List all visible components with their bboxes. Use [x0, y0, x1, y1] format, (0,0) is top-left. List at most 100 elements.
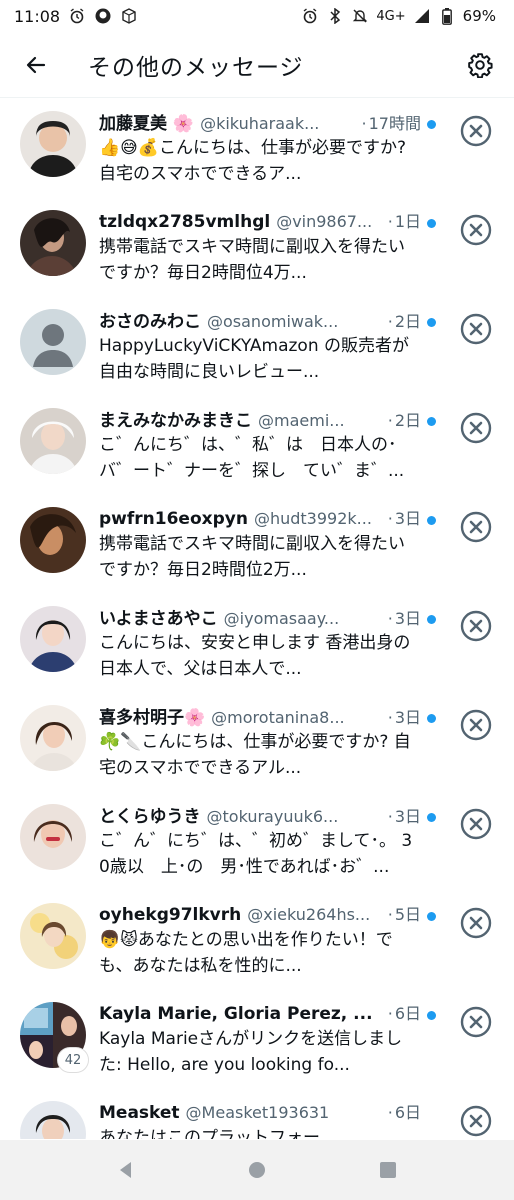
unread-indicator	[427, 516, 436, 525]
sender-handle: @kikuharaak...	[200, 114, 320, 133]
unread-indicator	[427, 318, 436, 327]
unread-indicator	[427, 120, 436, 129]
status-time: 11:08	[14, 6, 61, 26]
sender-name: pwfrn16eoxpyn	[99, 509, 248, 529]
avatar[interactable]	[20, 210, 86, 276]
timestamp: 3日	[394, 509, 421, 528]
message-preview: 👦😾あなたとの思い出を作りたい！でも、あなたは私を性的に...	[99, 930, 393, 976]
sender-name: tzldqx2785vmlhgl	[99, 212, 271, 232]
sender-handle: @hudt3992k...	[253, 509, 372, 528]
dismiss-icon[interactable]	[459, 708, 493, 742]
sender-name: とくらゆうき	[99, 807, 201, 827]
sender-name: いよまさあやこ	[99, 609, 218, 629]
dismiss-icon[interactable]	[459, 411, 493, 445]
nav-back-button[interactable]	[106, 1150, 146, 1190]
avatar[interactable]	[20, 804, 86, 870]
circle-home-icon	[248, 1162, 265, 1178]
sender-name: おさのみわこ	[99, 312, 201, 332]
sender-handle: @morotanina8...	[211, 708, 345, 727]
avatar[interactable]	[20, 705, 86, 771]
list-item[interactable]: 42 Kayla Marie, Gloria Perez, ... · 6日 Kay…	[0, 990, 514, 1089]
square-recents-icon	[380, 1162, 397, 1178]
sender-name: oyhekg97lkvrh	[99, 905, 242, 925]
triangle-back-icon	[119, 1162, 131, 1178]
list-item[interactable]: おさのみわこ @osanomiwak... · 2日 HappyLuckyViCKYA…	[0, 297, 514, 396]
message-preview: 👍😅💰こんにちは、仕事が必要ですか? 自宅のスマホでできるア...	[99, 138, 407, 184]
avatar[interactable]	[20, 111, 86, 177]
alarm-icon	[301, 7, 319, 25]
list-item[interactable]: 加藤夏美 🌸 @kikuharaak... · 17時間 👍😅💰こんにちは、仕事が必要…	[0, 99, 514, 198]
timestamp: 2日	[394, 312, 421, 331]
back-button[interactable]	[16, 45, 56, 85]
avatar[interactable]	[20, 1101, 86, 1139]
default-avatar-icon	[20, 309, 86, 375]
sender-handle: @maemi...	[258, 411, 345, 430]
avatar[interactable]	[20, 507, 86, 573]
sender-name: 加藤夏美 🌸	[99, 114, 195, 134]
participant-count-badge: 42	[58, 1048, 88, 1072]
timestamp: 6日	[394, 1103, 421, 1122]
unread-indicator	[427, 714, 436, 723]
dismiss-icon[interactable]	[459, 807, 493, 841]
dismiss-icon[interactable]	[459, 114, 493, 148]
message-preview: 携帯電話でスキマ時間に副収入を得たいですか？毎日2時間位4万...	[99, 237, 405, 283]
arrow-left-icon	[26, 56, 46, 73]
timestamp: 5日	[394, 905, 421, 924]
unread-indicator	[427, 813, 436, 822]
unread-indicator	[427, 417, 436, 426]
avatar[interactable]	[20, 309, 86, 375]
settings-button[interactable]	[460, 45, 500, 85]
unread-indicator	[427, 912, 436, 921]
message-preview: こ゛んにち゛は、゛私゛は 日本人の･バ゛ート゛ナーを゛探し てい゛ま゛...	[99, 435, 405, 481]
network-type: 4G+	[376, 8, 406, 24]
list-item[interactable]: 喜多村明子🌸 @morotanina8... · 3日 ☘️🔪こんにちは、仕事が必要で…	[0, 693, 514, 792]
sender-handle: @osanomiwak...	[207, 312, 339, 331]
dismiss-icon[interactable]	[459, 906, 493, 940]
sender-handle: @Measket193631	[185, 1103, 330, 1122]
list-item[interactable]: Measket @Measket193631 · 6日 あなたはこのプラットフォー..…	[0, 1089, 514, 1139]
sender-name: まえみなかみまきこ	[99, 411, 252, 431]
message-preview: 携帯電話でスキマ時間に副収入を得たいですか？毎日2時間位2万...	[99, 534, 405, 580]
mute-icon	[351, 7, 369, 25]
sender-handle: @xieku264hs...	[247, 905, 371, 924]
dismiss-icon[interactable]	[459, 1005, 493, 1039]
page-title: その他のメッセージ	[88, 54, 304, 81]
dismiss-icon[interactable]	[459, 213, 493, 247]
unread-indicator	[427, 219, 436, 228]
avatar[interactable]	[20, 408, 86, 474]
list-item[interactable]: いよまさあやこ @iyomasaay... · 3日 こんにちは、安安と申します 香港…	[0, 594, 514, 693]
timestamp: 17時間	[368, 114, 421, 133]
timestamp: 3日	[394, 708, 421, 727]
nav-recents-button[interactable]	[368, 1150, 408, 1190]
timestamp: 2日	[394, 411, 421, 430]
sender-handle: @iyomasaay...	[223, 609, 340, 628]
list-item[interactable]: まえみなかみまきこ @maemi... · 2日 こ゛んにち゛は、゛私゛は 日本人の･…	[0, 396, 514, 495]
message-preview: ☘️🔪こんにちは、仕事が必要ですか? 自宅のスマホでできるアル...	[99, 732, 411, 778]
github-icon	[94, 7, 112, 25]
nav-home-button[interactable]	[237, 1150, 277, 1190]
avatar[interactable]	[20, 606, 86, 672]
dismiss-icon[interactable]	[459, 510, 493, 544]
message-preview: こ゛ん゛にち゛は、゛初め゛まして･。 30歳以 上･の 男･性であれば･お゛..…	[99, 831, 413, 877]
message-request-list: 加藤夏美 🌸 @kikuharaak... · 17時間 👍😅💰こんにちは、仕事が必要…	[0, 99, 514, 1139]
list-item[interactable]: oyhekg97lkvrh @xieku264hs... · 5日 👦😾あなたとの思い…	[0, 891, 514, 990]
alarm-icon	[68, 7, 86, 25]
battery-icon	[438, 7, 456, 25]
dismiss-icon[interactable]	[459, 312, 493, 346]
list-item[interactable]: とくらゆうき @tokurayuuk6... · 3日 こ゛ん゛にち゛は、゛初め゛まし…	[0, 792, 514, 891]
list-item[interactable]: tzldqx2785vmlhgl @vin9867... · 1日 携帯電話でスキマ時…	[0, 198, 514, 297]
dismiss-icon[interactable]	[459, 1104, 493, 1138]
timestamp: 1日	[394, 212, 421, 231]
timestamp: 3日	[394, 609, 421, 628]
status-bar: 11:08 4G+ 69%	[0, 0, 514, 32]
sender-name: Measket	[99, 1103, 180, 1123]
avatar[interactable]	[20, 903, 86, 969]
message-preview: Kayla Marieさんがリンクを送信しました: Hello, are you…	[99, 1029, 403, 1075]
box-icon	[120, 7, 138, 25]
dismiss-icon[interactable]	[459, 609, 493, 643]
header: その他のメッセージ	[0, 32, 514, 98]
battery-percent: 69%	[462, 7, 496, 25]
timestamp: 3日	[394, 807, 421, 826]
list-item[interactable]: pwfrn16eoxpyn @hudt3992k... · 3日 携帯電話でスキマ時間…	[0, 495, 514, 594]
sender-handle: @tokurayuuk6...	[206, 807, 339, 826]
